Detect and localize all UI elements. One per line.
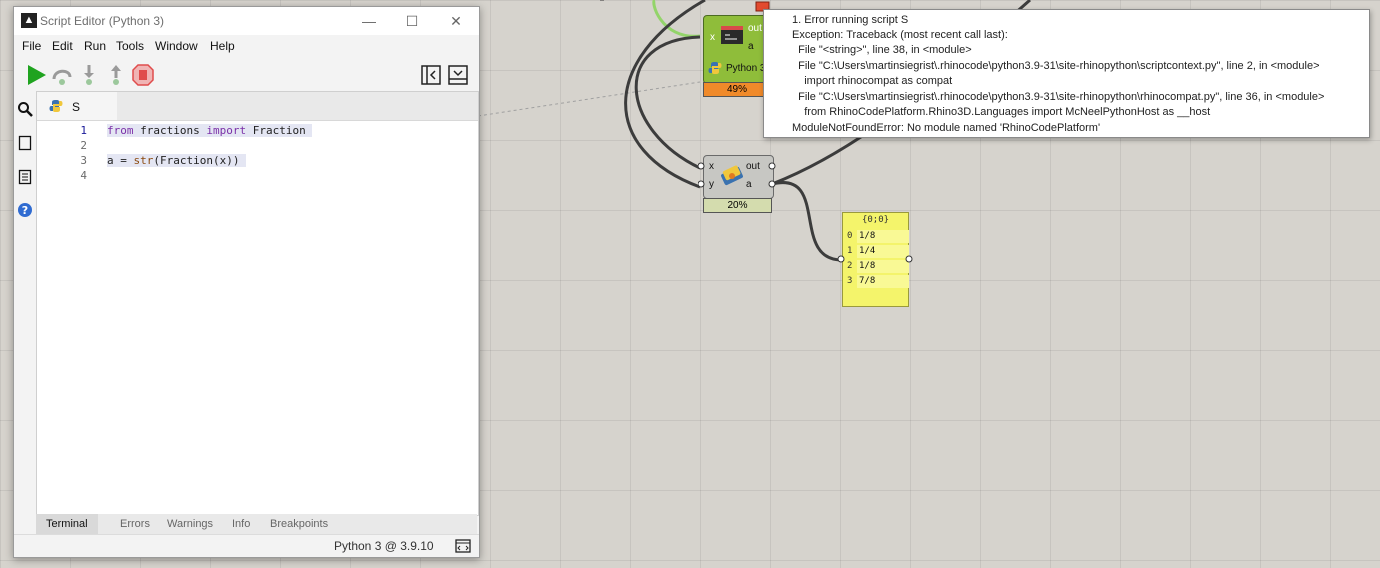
bottom-panel-tabs: Terminal Errors Warnings Info Breakpoint… <box>36 514 477 534</box>
panel-row: 3 7/8 <box>843 274 909 289</box>
menu-run[interactable]: Run <box>84 39 106 53</box>
python-icon <box>708 62 722 74</box>
window-title: Script Editor (Python 3) <box>40 14 165 28</box>
status-bar: Python 3 @ 3.9.10 <box>14 534 479 557</box>
error-line: File "C:\Users\martinsiegrist\.rhinocode… <box>792 91 1325 103</box>
python-icon <box>49 100 63 112</box>
tab-breakpoints[interactable]: Breakpoints <box>270 518 328 530</box>
code-line: 1 from fractions import Fraction <box>37 124 478 139</box>
script-icon <box>721 26 743 44</box>
panel-grips <box>837 255 913 263</box>
error-line: from RhinoCodePlatform.Rhino3D.Languages… <box>792 106 1211 118</box>
code-line: 4 <box>37 169 478 184</box>
error-line: ModuleNotFoundError: No module named 'Rh… <box>792 122 1101 134</box>
document-tabs: S <box>37 92 478 121</box>
panel-row: 0 1/8 <box>843 229 909 244</box>
panel-index: 0 <box>847 231 853 241</box>
code-text: from fractions import Fraction <box>107 124 313 137</box>
code-line: 2 <box>37 139 478 154</box>
title-bar[interactable]: ▲ Script Editor (Python 3) — ☐ ✕ <box>14 7 479 35</box>
input-x-label: x <box>710 32 715 43</box>
tab-errors[interactable]: Errors <box>120 518 150 530</box>
maximize-button[interactable]: ☐ <box>392 10 432 32</box>
line-number: 4 <box>80 169 87 182</box>
error-line: File "<string>", line 38, in <module> <box>792 44 972 56</box>
output-a-label: a <box>748 41 754 52</box>
output-out-label: out <box>748 23 762 34</box>
menu-bar: File Edit Run Tools Window Help <box>14 35 479 57</box>
doc-tab-s[interactable]: S <box>37 92 117 120</box>
search-icon[interactable] <box>17 101 33 117</box>
svg-text:?: ? <box>22 204 28 217</box>
tab-info[interactable]: Info <box>232 518 250 530</box>
component-label: Python 3 <box>726 63 766 74</box>
menu-tools[interactable]: Tools <box>116 39 144 53</box>
tab-terminal[interactable]: Terminal <box>46 518 88 530</box>
terminal-icon[interactable] <box>455 539 471 553</box>
sidebar: ? <box>14 91 36 556</box>
panel-value: 1/8 <box>857 230 909 243</box>
step-in-icon[interactable] <box>77 63 101 87</box>
rhino-icon: ▲ <box>21 13 37 28</box>
code-editor[interactable]: S 1 from fractions import Fraction 2 3 a… <box>36 91 479 516</box>
error-line: 1. Error running script S <box>792 14 909 26</box>
menu-window[interactable]: Window <box>155 39 198 53</box>
line-number: 2 <box>80 139 87 152</box>
help-icon[interactable]: ? <box>17 202 33 218</box>
explorer-icon[interactable] <box>17 135 33 151</box>
step-out-icon[interactable] <box>104 63 128 87</box>
close-button[interactable]: ✕ <box>436 10 476 32</box>
python-version: Python 3 @ 3.9.10 <box>334 539 434 553</box>
error-line: import rhinocompat as compat <box>792 75 953 87</box>
tab-warnings[interactable]: Warnings <box>167 518 213 530</box>
menu-edit[interactable]: Edit <box>52 39 73 53</box>
step-over-icon[interactable] <box>50 63 74 87</box>
port-grips <box>698 162 776 188</box>
doc-tab-label: S <box>72 100 81 114</box>
toolbar <box>14 57 479 91</box>
code-text: a = str(Fraction(x)) <box>107 154 247 167</box>
error-line: Exception: Traceback (most recent call l… <box>792 29 1008 41</box>
line-number: 3 <box>80 154 87 167</box>
document-icon[interactable] <box>17 169 33 185</box>
script-editor-window: ▲ Script Editor (Python 3) — ☐ ✕ File Ed… <box>13 6 480 558</box>
progress-20: 20% <box>703 198 772 213</box>
panel-bottom-icon[interactable] <box>448 65 468 85</box>
panel-path: {0;0} <box>861 215 890 225</box>
error-line: File "C:\Users\martinsiegrist\.rhinocode… <box>792 60 1320 72</box>
menu-help[interactable]: Help <box>210 39 235 53</box>
play-icon[interactable] <box>24 63 48 87</box>
menu-file[interactable]: File <box>22 39 41 53</box>
panel-left-icon[interactable] <box>421 65 441 85</box>
error-tooltip: 1. Error running script S Exception: Tra… <box>763 9 1370 138</box>
minimize-button[interactable]: — <box>349 10 389 32</box>
panel-value: 7/8 <box>857 275 909 288</box>
line-number: 1 <box>80 124 87 137</box>
stop-icon[interactable] <box>131 63 155 87</box>
panel-index: 3 <box>847 276 853 286</box>
python-component-error[interactable]: x out a Python 3 <box>703 15 767 84</box>
progress-49: 49% <box>703 82 771 97</box>
code-line: 3 a = str(Fraction(x)) <box>37 154 478 169</box>
